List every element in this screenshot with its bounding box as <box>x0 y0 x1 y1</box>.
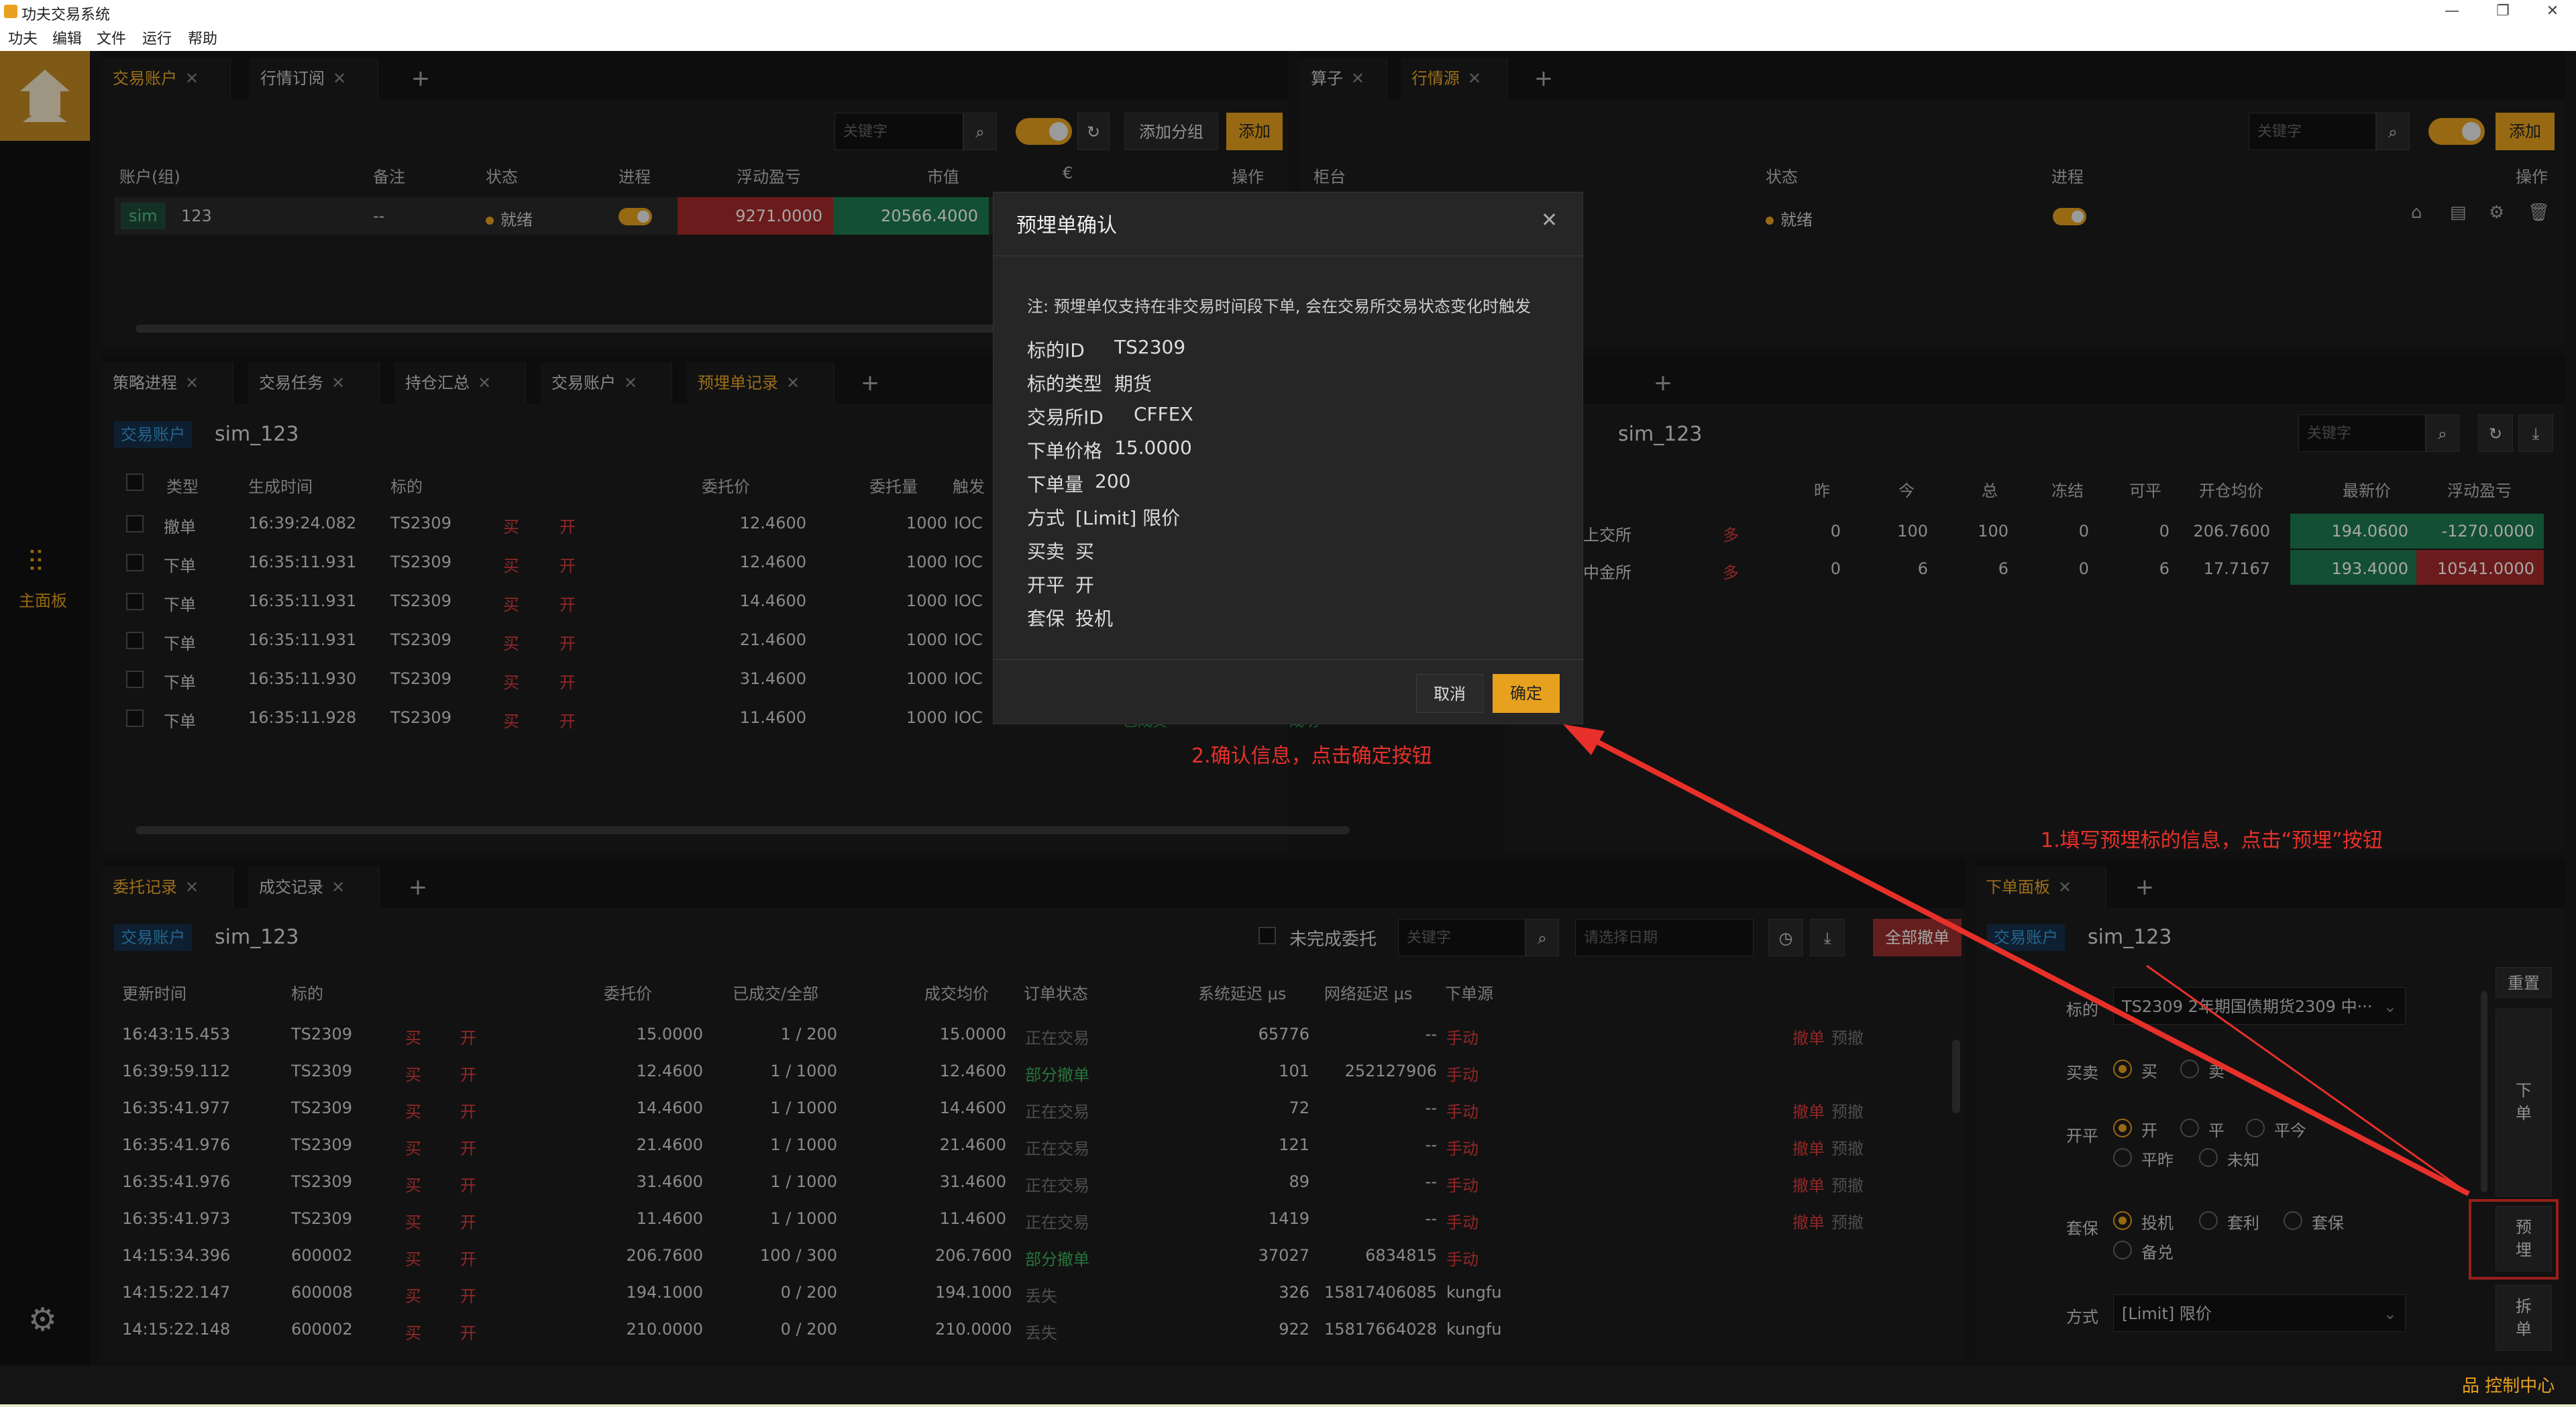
dialog-field-label: 交易所ID <box>1027 406 1104 429</box>
cancel-button[interactable]: 取消 <box>1416 674 1483 713</box>
title-bar: 功夫交易系统 — ❐ ✕ <box>0 0 2576 23</box>
annotation-step-2: 2.确认信息，点击确定按钮 <box>1191 744 1432 768</box>
menu-run[interactable]: 运行 <box>142 27 172 48</box>
dialog-divider <box>994 659 1584 660</box>
menu-help[interactable]: 帮助 <box>188 27 217 48</box>
dialog-field-value: TS2309 <box>1114 336 1186 358</box>
dialog-field-value: 买 <box>1075 541 1095 563</box>
preset-order-dialog: 预埋单确认 ✕ 注: 预埋单仅支持在非交易时间段下单, 会在交易所交易状态变化时… <box>993 192 1584 724</box>
window-title: 功夫交易系统 <box>21 7 111 23</box>
dialog-field-value: 期货 <box>1114 373 1152 395</box>
dialog-field-value: [Limit] 限价 <box>1075 507 1181 529</box>
dialog-field-label: 套保 <box>1027 608 1065 630</box>
maximize-button[interactable]: ❐ <box>2479 0 2526 23</box>
confirm-button[interactable]: 确定 <box>1493 674 1560 713</box>
dialog-title: 预埋单确认 <box>1016 214 1117 237</box>
dialog-field-value: 开 <box>1075 574 1095 596</box>
dialog-field-label: 买卖 <box>1027 541 1065 563</box>
dialog-field-label: 标的类型 <box>1027 373 1103 395</box>
dialog-field-label: 下单价格 <box>1027 440 1103 462</box>
control-center-link[interactable]: 品 控制中心 <box>2462 1372 2555 1397</box>
menu-bar: 功夫 编辑 文件 运行 帮助 <box>0 23 2576 51</box>
dialog-field-value: 200 <box>1095 470 1131 492</box>
menu-edit[interactable]: 编辑 <box>52 27 82 48</box>
close-icon[interactable]: ✕ <box>1541 209 1558 232</box>
dialog-field-label: 下单量 <box>1027 473 1084 496</box>
dialog-note: 注: 预埋单仅支持在非交易时间段下单, 会在交易所交易状态变化时触发 <box>1027 297 1531 316</box>
dialog-field-label: 标的ID <box>1027 339 1085 361</box>
dialog-field-label: 方式 <box>1027 507 1065 529</box>
menu-file[interactable]: 文件 <box>97 27 126 48</box>
dialog-field-label: 开平 <box>1027 574 1065 596</box>
dialog-field-value: CFFEX <box>1134 403 1193 425</box>
status-bar <box>0 1365 2576 1407</box>
app-icon <box>4 5 17 18</box>
network-icon: 品 <box>2462 1376 2485 1396</box>
menu-kungfu[interactable]: 功夫 <box>8 27 38 48</box>
dialog-field-value: 15.0000 <box>1114 437 1192 459</box>
close-window-button[interactable]: ✕ <box>2529 0 2576 23</box>
annotation-step-1: 1.填写预埋标的信息，点击“预埋”按钮 <box>2041 829 2383 852</box>
dialog-field-value: 投机 <box>1075 608 1114 630</box>
minimize-button[interactable]: — <box>2428 0 2475 23</box>
